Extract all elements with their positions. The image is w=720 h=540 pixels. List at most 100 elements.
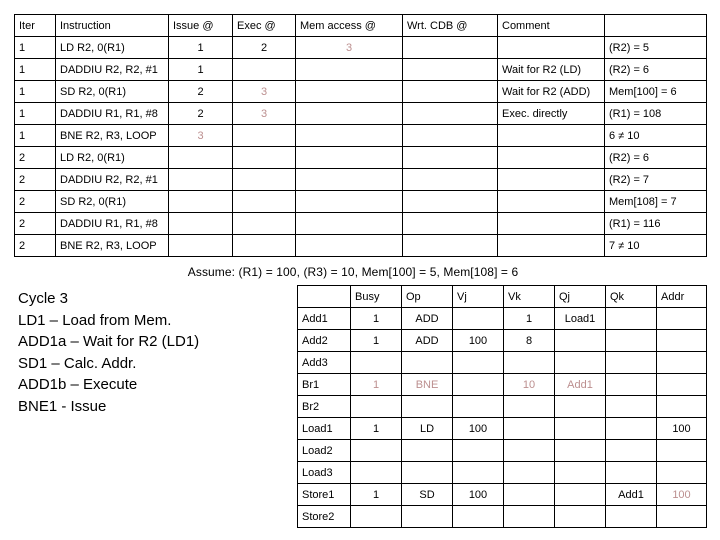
cell-wrt-cdb	[402, 190, 498, 213]
cell-comment: Wait for R2 (ADD)	[497, 80, 605, 103]
cell-station-name: Load1	[297, 417, 351, 440]
table-row: 2 LD R2, 0(R1) (R2) = 6	[14, 146, 707, 169]
cell-op	[401, 505, 453, 528]
cell-vk	[503, 439, 555, 462]
cell-mem-access: 3	[295, 36, 403, 59]
cycle-notes-block: Cycle 3 LD1 – Load from Mem. ADD1a – Wait …	[18, 288, 288, 417]
cell-issue	[168, 212, 233, 235]
cell-station-name: Br1	[297, 373, 351, 396]
cell-comment	[497, 146, 605, 169]
cell-qj	[554, 505, 606, 528]
cell-station-name: Add2	[297, 329, 351, 352]
cell-op: BNE	[401, 373, 453, 396]
table-row: Load1 1 LD 100 100	[297, 417, 707, 440]
cell-issue	[168, 168, 233, 191]
cell-addr	[656, 373, 707, 396]
cell-vk: 8	[503, 329, 555, 352]
reservation-station-table-head: Busy Op Vj Vk Qj Qk Addr	[297, 285, 707, 308]
cell-iter: 2	[14, 168, 56, 191]
cell-exec	[232, 234, 296, 257]
cell-qj	[554, 417, 606, 440]
cell-result: 6 ≠ 10	[604, 124, 707, 147]
cell-op	[401, 351, 453, 374]
table-row: Load2	[297, 439, 707, 462]
cell-vj	[452, 439, 504, 462]
cell-qj: Add1	[554, 373, 606, 396]
cell-vk	[503, 461, 555, 484]
cell-iter: 2	[14, 234, 56, 257]
cell-addr	[656, 395, 707, 418]
cell-comment	[497, 124, 605, 147]
cell-vj	[452, 373, 504, 396]
cell-comment	[497, 36, 605, 59]
cell-issue: 1	[168, 58, 233, 81]
cell-issue: 2	[168, 102, 233, 125]
cell-mem-access	[295, 168, 403, 191]
cell-iter: 2	[14, 146, 56, 169]
cell-qk	[605, 395, 657, 418]
cell-busy	[350, 351, 402, 374]
cell-qk	[605, 373, 657, 396]
cell-comment: Exec. directly	[497, 102, 605, 125]
cell-comment: Wait for R2 (LD)	[497, 58, 605, 81]
reservation-station-table: Busy Op Vj Vk Qj Qk Addr Add1 1 ADD 1 Load1 A…	[297, 285, 707, 528]
cell-vj	[452, 505, 504, 528]
cycle-note-line: Cycle 3	[18, 290, 69, 307]
cell-instruction: DADDIU R2, R2, #1	[55, 168, 169, 191]
cell-result: (R2) = 6	[604, 58, 707, 81]
cycle-note-line: SD1 – Calc. Addr.	[18, 354, 137, 372]
cell-vk	[503, 483, 555, 506]
cell-comment	[497, 168, 605, 191]
table-header-row: Busy Op Vj Vk Qj Qk Addr	[297, 285, 707, 308]
table-header-row: Iter Instruction Issue @ Exec @ Mem acce…	[14, 14, 707, 37]
cell-exec	[232, 212, 296, 235]
cell-issue	[168, 146, 233, 169]
cell-mem-access	[295, 190, 403, 213]
cell-addr	[656, 439, 707, 462]
column-header-qj: Qj	[554, 285, 606, 308]
table-row: 2 BNE R2, R3, LOOP 7 ≠ 10	[14, 234, 707, 257]
column-header-issue: Issue @	[168, 14, 233, 37]
column-header-iter: Iter	[14, 14, 56, 37]
cell-comment	[497, 234, 605, 257]
cell-qk: Add1	[605, 483, 657, 506]
cell-addr: 100	[656, 483, 707, 506]
cell-iter: 1	[14, 36, 56, 59]
cell-result: (R1) = 108	[604, 102, 707, 125]
cell-station-name: Add1	[297, 307, 351, 330]
cell-op	[401, 461, 453, 484]
cell-station-name: Store1	[297, 483, 351, 506]
cell-result: 7 ≠ 10	[604, 234, 707, 257]
cell-iter: 1	[14, 80, 56, 103]
cell-addr	[656, 505, 707, 528]
cell-exec	[232, 124, 296, 147]
cell-addr	[656, 351, 707, 374]
cell-qj	[554, 439, 606, 462]
table-row: Br1 1 BNE 10 Add1	[297, 373, 707, 396]
table-row: 2 SD R2, 0(R1) Mem[108] = 7	[14, 190, 707, 213]
cycle-note-line: BNE1 - Issue	[18, 397, 107, 415]
column-header-instruction: Instruction	[55, 14, 169, 37]
cell-station-name: Store2	[297, 505, 351, 528]
cell-qj: Load1	[554, 307, 606, 330]
cell-qk	[605, 439, 657, 462]
cell-qj	[554, 351, 606, 374]
cell-busy: 1	[350, 483, 402, 506]
table-row: Store1 1 SD 100 Add1 100	[297, 483, 707, 506]
cell-vj	[452, 351, 504, 374]
cell-op: SD	[401, 483, 453, 506]
cell-busy: 1	[350, 307, 402, 330]
instruction-timing-table-body: 1 LD R2, 0(R1) 1 2 3 (R2) = 5 1 DADDIU R2, R2, …	[14, 36, 707, 257]
column-header-mem-access: Mem access @	[295, 14, 403, 37]
cell-qk	[605, 351, 657, 374]
cell-result: (R2) = 7	[604, 168, 707, 191]
cell-mem-access	[295, 102, 403, 125]
table-row: Add2 1 ADD 100 8	[297, 329, 707, 352]
cell-exec: 2	[232, 36, 296, 59]
cell-instruction: DADDIU R1, R1, #8	[55, 212, 169, 235]
cell-result: (R2) = 6	[604, 146, 707, 169]
column-header-vj: Vj	[452, 285, 504, 308]
cell-instruction: DADDIU R1, R1, #8	[55, 102, 169, 125]
cell-station-name: Br2	[297, 395, 351, 418]
cell-vj	[452, 395, 504, 418]
